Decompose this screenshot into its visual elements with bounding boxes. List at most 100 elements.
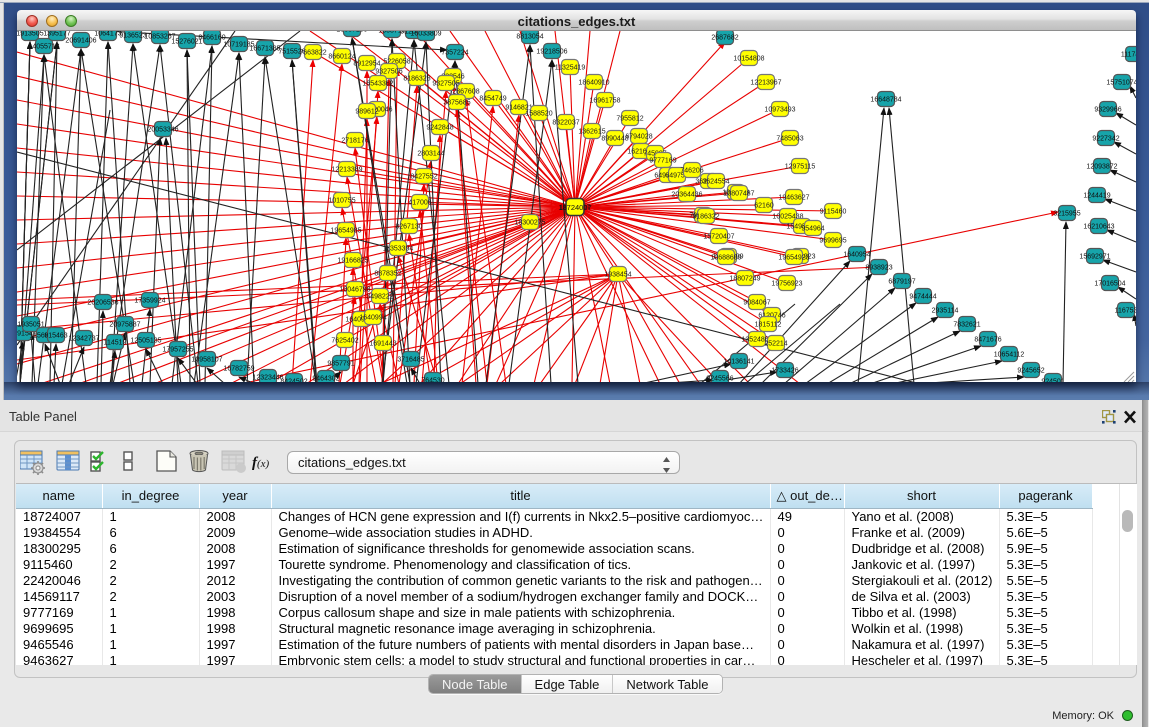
svg-text:9857791: 9857791 [327,361,354,368]
svg-text:1691443: 1691443 [369,341,396,348]
svg-text:11353394: 11353394 [383,246,414,253]
svg-text:17016504: 17016504 [1094,281,1125,288]
svg-text:18300275: 18300275 [514,220,545,227]
svg-text:19166825: 19166825 [337,258,368,265]
svg-text:19654985: 19654985 [330,228,361,235]
svg-text:12323446: 12323446 [252,375,283,382]
svg-text:764530: 764530 [421,378,444,383]
svg-text:8878352: 8878352 [374,271,401,278]
svg-text:12213967: 12213967 [750,80,781,87]
svg-text:10654112: 10654112 [994,352,1025,359]
svg-text:924501: 924501 [1041,379,1064,383]
svg-text:9245652: 9245652 [1017,368,1044,375]
svg-text:7663822: 7663822 [299,50,326,57]
svg-text:417006: 417006 [408,200,431,207]
svg-text:9084067: 9084067 [743,300,770,307]
svg-text:8267130: 8267130 [395,224,422,231]
svg-text:1913505: 1913505 [17,31,44,38]
svg-text:8466160: 8466160 [198,35,225,42]
svg-text:8427552: 8427552 [410,174,437,181]
svg-text:1064173: 1064173 [94,31,121,38]
svg-text:20364436: 20364436 [671,192,702,199]
svg-text:19218506: 19218506 [536,49,567,56]
svg-text:2935114: 2935114 [932,308,959,315]
svg-text:1640994: 1640994 [359,315,386,322]
svg-text:62160: 62160 [754,203,774,210]
svg-text:18807249: 18807249 [729,276,760,283]
svg-text:17957255: 17957255 [162,347,193,354]
svg-text:8813054: 8813054 [516,34,543,41]
svg-text:20691406: 20691406 [65,38,96,45]
svg-text:9474444: 9474444 [909,294,936,301]
svg-text:16033809: 16033809 [410,31,441,38]
svg-text:9327506: 9327506 [375,69,402,76]
svg-text:6794028: 6794028 [625,134,652,141]
svg-text:8660124: 8660124 [328,54,355,61]
svg-text:989612: 989612 [355,109,378,116]
svg-text:8424502: 8424502 [280,379,307,383]
svg-text:10807487: 10807487 [723,191,754,198]
svg-text:8322037: 8322037 [552,120,579,127]
svg-text:7357224: 7357224 [441,50,468,57]
svg-text:116753: 116753 [1115,308,1136,315]
svg-text:2687682: 2687682 [711,35,738,42]
svg-text:12342737: 12342737 [68,336,99,343]
svg-text:7625402: 7625402 [331,338,358,345]
svg-text:9699695: 9699695 [819,238,846,245]
svg-text:15720407: 15720407 [703,234,734,241]
svg-text:20975887: 20975887 [109,322,140,329]
svg-text:7485063: 7485063 [776,136,803,143]
svg-text:3875685: 3875685 [443,100,470,107]
svg-text:9327505: 9327505 [432,81,459,88]
svg-text:8912954: 8912954 [353,61,380,68]
svg-text:19463627: 19463627 [778,195,809,202]
svg-text:2718176: 2718176 [341,138,368,145]
svg-text:3498222: 3498222 [366,294,393,301]
svg-text:17359924: 17359924 [134,298,165,305]
svg-text:8186328: 8186328 [403,76,430,83]
svg-text:915463: 915463 [44,333,67,340]
svg-text:18037159: 18037159 [336,31,367,34]
svg-text:1938454: 1938454 [604,272,631,279]
svg-text:20206536: 20206536 [87,300,118,307]
svg-text:1117463: 1117463 [1121,52,1136,59]
svg-text:9227342: 9227342 [1092,136,1119,143]
svg-text:12975115: 12975115 [785,164,816,171]
svg-text:10958107: 10958107 [191,357,222,364]
svg-text:9777169: 9777169 [649,158,676,165]
svg-text:9115460: 9115460 [820,209,847,216]
svg-text:11325419: 11325419 [555,65,586,72]
svg-text:9329966: 9329966 [1094,107,1121,114]
svg-text:20053346: 20053346 [147,127,178,134]
svg-text:16210643: 16210643 [1083,224,1114,231]
svg-text:8454749: 8454749 [479,96,506,103]
svg-text:12505135: 12505135 [130,338,161,345]
svg-text:12213389: 12213389 [331,167,362,174]
svg-text:3215955: 3215955 [1053,211,1080,218]
svg-text:3716485: 3716485 [397,357,424,364]
svg-text:1362615: 1362615 [578,129,605,136]
svg-text:9242848: 9242848 [426,125,453,132]
svg-text:14136141: 14136141 [723,359,754,366]
svg-text:1733426: 1733426 [771,368,798,375]
svg-text:15751074: 15751074 [1106,80,1136,87]
svg-text:10973493: 10973493 [764,107,795,114]
svg-text:252214: 252214 [764,341,787,348]
svg-text:9464302: 9464302 [312,376,339,383]
svg-text:9186322: 9186322 [692,214,719,221]
svg-text:6879197: 6879197 [888,279,915,286]
svg-text:7832621: 7832621 [953,322,980,329]
svg-text:14055713: 14055713 [28,44,59,51]
svg-text:746206: 746206 [680,168,703,175]
svg-text:18724007: 18724007 [558,203,591,212]
svg-text:1244419: 1244419 [1083,193,1110,200]
svg-text:12093872: 12093872 [1086,164,1117,171]
svg-text:19654923: 19654923 [778,255,809,262]
svg-text:954964: 954964 [801,226,824,233]
svg-text:19756923: 19756923 [771,281,802,288]
svg-text:16671385: 16671385 [249,46,280,53]
svg-text:7955812: 7955812 [616,116,643,123]
svg-text:10046798: 10046798 [339,287,370,294]
svg-text:10154808: 10154808 [733,56,764,63]
svg-text:8938923: 8938923 [865,265,892,272]
